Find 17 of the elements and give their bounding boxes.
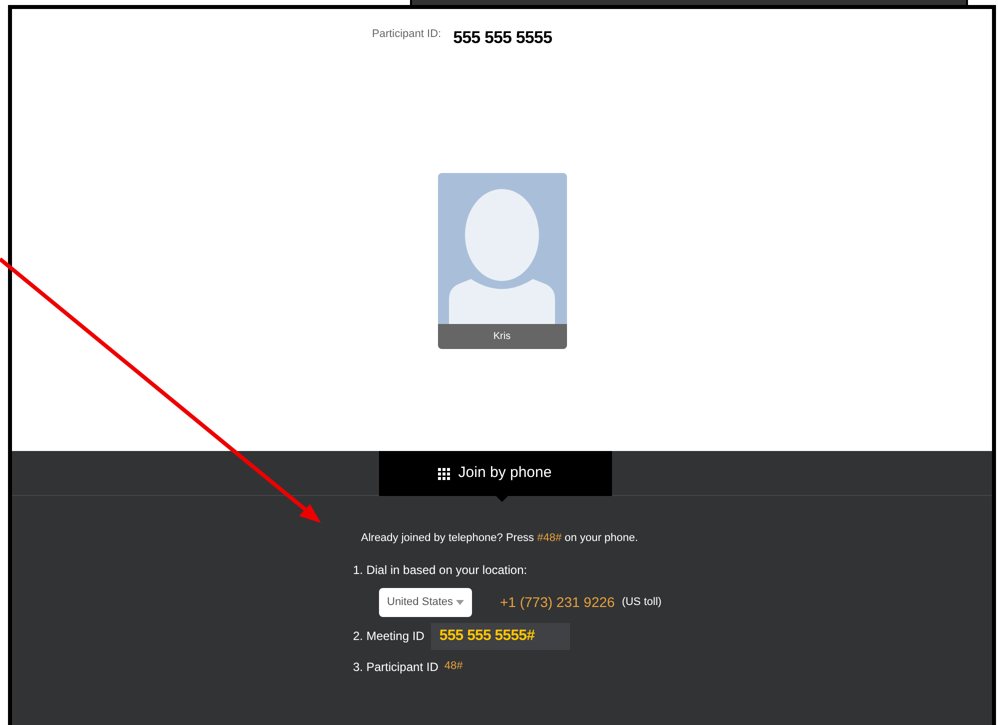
participant-id-step-label: 3. Participant ID bbox=[353, 658, 438, 676]
country-dropdown[interactable]: United States bbox=[379, 588, 472, 616]
keypad-icon bbox=[438, 468, 450, 480]
toll-note: (US toll) bbox=[622, 594, 662, 610]
phone-number: +1 (773) 231 9226 bbox=[500, 592, 615, 612]
pointer-icon bbox=[496, 496, 508, 502]
participant-id-value: 555 555 5555 bbox=[453, 27, 552, 49]
dial-in-label: 1. Dial in based on your location: bbox=[353, 562, 528, 578]
participant-id-code: 48# bbox=[444, 659, 463, 674]
caret-icon bbox=[456, 600, 464, 604]
meeting-id-value: 555 555 5555# bbox=[431, 622, 570, 650]
join-by-phone-tab[interactable]: Join by phone bbox=[378, 451, 612, 496]
meeting-id-label: 2. Meeting ID bbox=[353, 628, 424, 645]
participant-name: Kris bbox=[438, 324, 566, 348]
avatar-icon bbox=[449, 188, 555, 324]
already-joined-text: Already joined by telephone? Press #48# on your phone. bbox=[361, 531, 638, 546]
participant-id-label: Participant ID: bbox=[372, 27, 442, 42]
